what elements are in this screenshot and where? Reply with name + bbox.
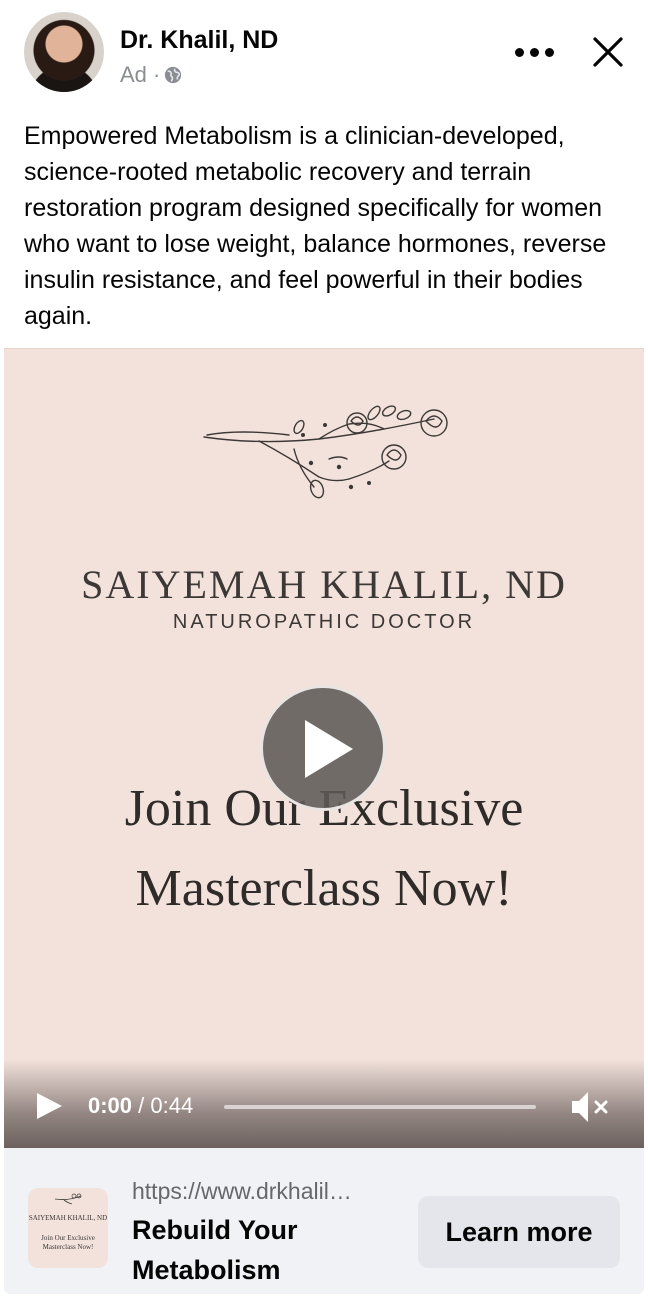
- duration: 0:44: [150, 1093, 194, 1118]
- progress-bar[interactable]: [224, 1105, 536, 1109]
- thumb-brand: SAIYEMAH KHALIL, ND: [28, 1214, 108, 1222]
- more-options-icon[interactable]: [504, 34, 564, 70]
- globe-icon: [165, 66, 182, 84]
- video-time: 0:00 / 0:44: [88, 1093, 193, 1119]
- current-time: 0:00: [88, 1093, 133, 1118]
- ad-label: Ad ·: [120, 62, 182, 88]
- learn-more-button[interactable]: Learn more: [418, 1196, 620, 1268]
- link-preview[interactable]: SAIYEMAH KHALIL, ND Join Our Exclusive M…: [4, 1148, 644, 1294]
- thumb-floral-logo: [54, 1193, 82, 1205]
- post-header: Dr. Khalil, ND Ad ·: [4, 4, 644, 104]
- video-player[interactable]: SAIYEMAH KHALIL, ND NATUROPATHIC DOCTOR …: [4, 348, 644, 1149]
- headline-line-2: Masterclass Now!: [135, 860, 513, 917]
- ad-label-text: Ad ·: [120, 62, 161, 87]
- brand-name: SAIYEMAH KHALIL, ND: [81, 562, 567, 607]
- thumb-headline: Join Our Exclusive Masterclass Now!: [41, 1234, 95, 1251]
- control-play-icon[interactable]: [34, 1091, 64, 1121]
- time-separator: /: [132, 1093, 151, 1118]
- ad-post-card: Dr. Khalil, ND Ad · Empowered Metabolism…: [4, 4, 644, 1294]
- avatar[interactable]: [24, 12, 104, 92]
- floral-logo: [203, 405, 448, 499]
- play-button[interactable]: [260, 685, 386, 811]
- link-title[interactable]: Rebuild Your Metabolism: [132, 1210, 392, 1290]
- page-name[interactable]: Dr. Khalil, ND: [120, 26, 278, 55]
- brand-subtitle: NATUROPATHIC DOCTOR: [172, 611, 476, 633]
- link-thumbnail[interactable]: SAIYEMAH KHALIL, ND Join Our Exclusive M…: [28, 1188, 108, 1268]
- play-icon: [305, 720, 353, 778]
- post-body-text: Empowered Metabolism is a clinician-deve…: [24, 122, 607, 330]
- link-url[interactable]: https://www.drkhalil…: [132, 1178, 392, 1205]
- mute-icon[interactable]: [568, 1087, 612, 1127]
- close-icon[interactable]: [590, 34, 626, 70]
